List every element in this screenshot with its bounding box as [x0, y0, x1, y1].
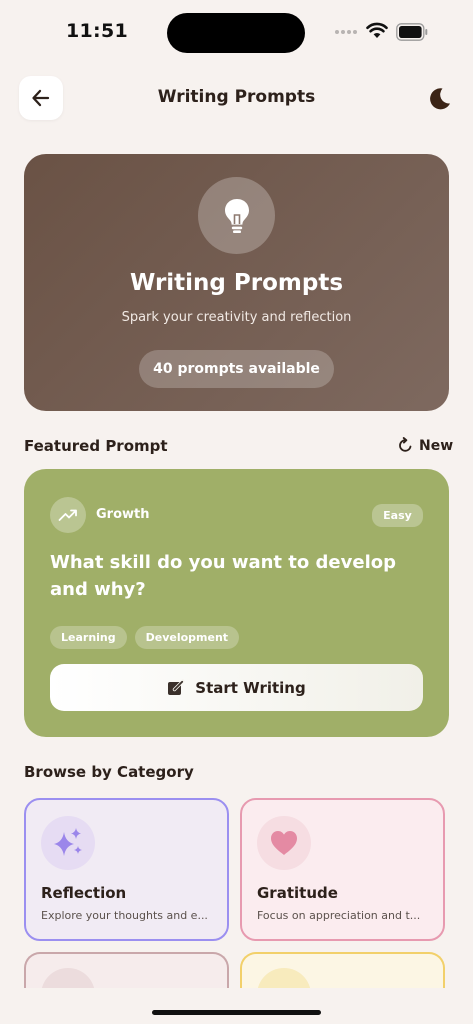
browse-section-title: Browse by Category	[24, 763, 194, 781]
heart-icon	[271, 831, 297, 855]
category-description: Explore your thoughts and e...	[41, 909, 208, 922]
prompt-text: What skill do you want to develop and wh…	[50, 552, 396, 600]
hero-title: Writing Prompts	[129, 270, 344, 296]
dynamic-island	[167, 13, 305, 53]
lightbulb-icon	[224, 198, 249, 233]
hero-subtitle: Spark your creativity and reflection	[121, 310, 352, 325]
status-bar: 11:51	[0, 0, 473, 64]
category-description: Focus on appreciation and t...	[257, 909, 421, 922]
home-indicator[interactable]	[152, 1010, 321, 1015]
category-card-reflection[interactable]: Reflection Explore your thoughts and e..…	[24, 798, 229, 941]
tag-development: Development	[134, 626, 240, 649]
bottom-safe-area	[0, 988, 473, 1024]
page-title: Writing Prompts	[157, 87, 316, 107]
prompts-count-badge: 40 prompts available	[139, 350, 334, 388]
wifi-icon	[366, 22, 388, 38]
difficulty-badge: Easy	[372, 504, 423, 527]
category-name: Reflection	[41, 884, 127, 902]
signal-icon	[335, 30, 357, 34]
growth-icon-circle	[50, 497, 86, 533]
prompt-category: Growth	[96, 507, 150, 522]
hero-icon-circle	[198, 177, 275, 254]
start-writing-button[interactable]: Start Writing	[50, 664, 423, 711]
status-time: 11:51	[66, 20, 128, 42]
refresh-icon	[399, 437, 412, 452]
theme-toggle-button[interactable]	[424, 84, 454, 114]
tag-learning: Learning	[50, 626, 127, 649]
featured-prompt-card[interactable]: Growth Easy What skill do you want to de…	[24, 469, 449, 737]
new-label: New	[419, 437, 454, 454]
category-name: Gratitude	[257, 884, 338, 902]
reflection-icon-circle	[41, 816, 95, 870]
trending-up-icon	[58, 509, 77, 521]
category-card-gratitude[interactable]: Gratitude Focus on appreciation and t...	[240, 798, 445, 941]
header: Writing Prompts	[0, 76, 473, 120]
gratitude-icon-circle	[257, 816, 311, 870]
start-writing-label: Start Writing	[195, 678, 306, 697]
prompt-tags: Learning Development	[50, 626, 240, 649]
moon-icon	[430, 88, 450, 110]
featured-section-title: Featured Prompt	[24, 437, 168, 455]
sparkles-icon	[54, 828, 82, 856]
new-prompt-button[interactable]: New	[397, 437, 453, 454]
battery-icon	[396, 23, 428, 41]
pencil-square-icon	[168, 679, 185, 695]
hero-card: Writing Prompts Spark your creativity an…	[24, 154, 449, 411]
